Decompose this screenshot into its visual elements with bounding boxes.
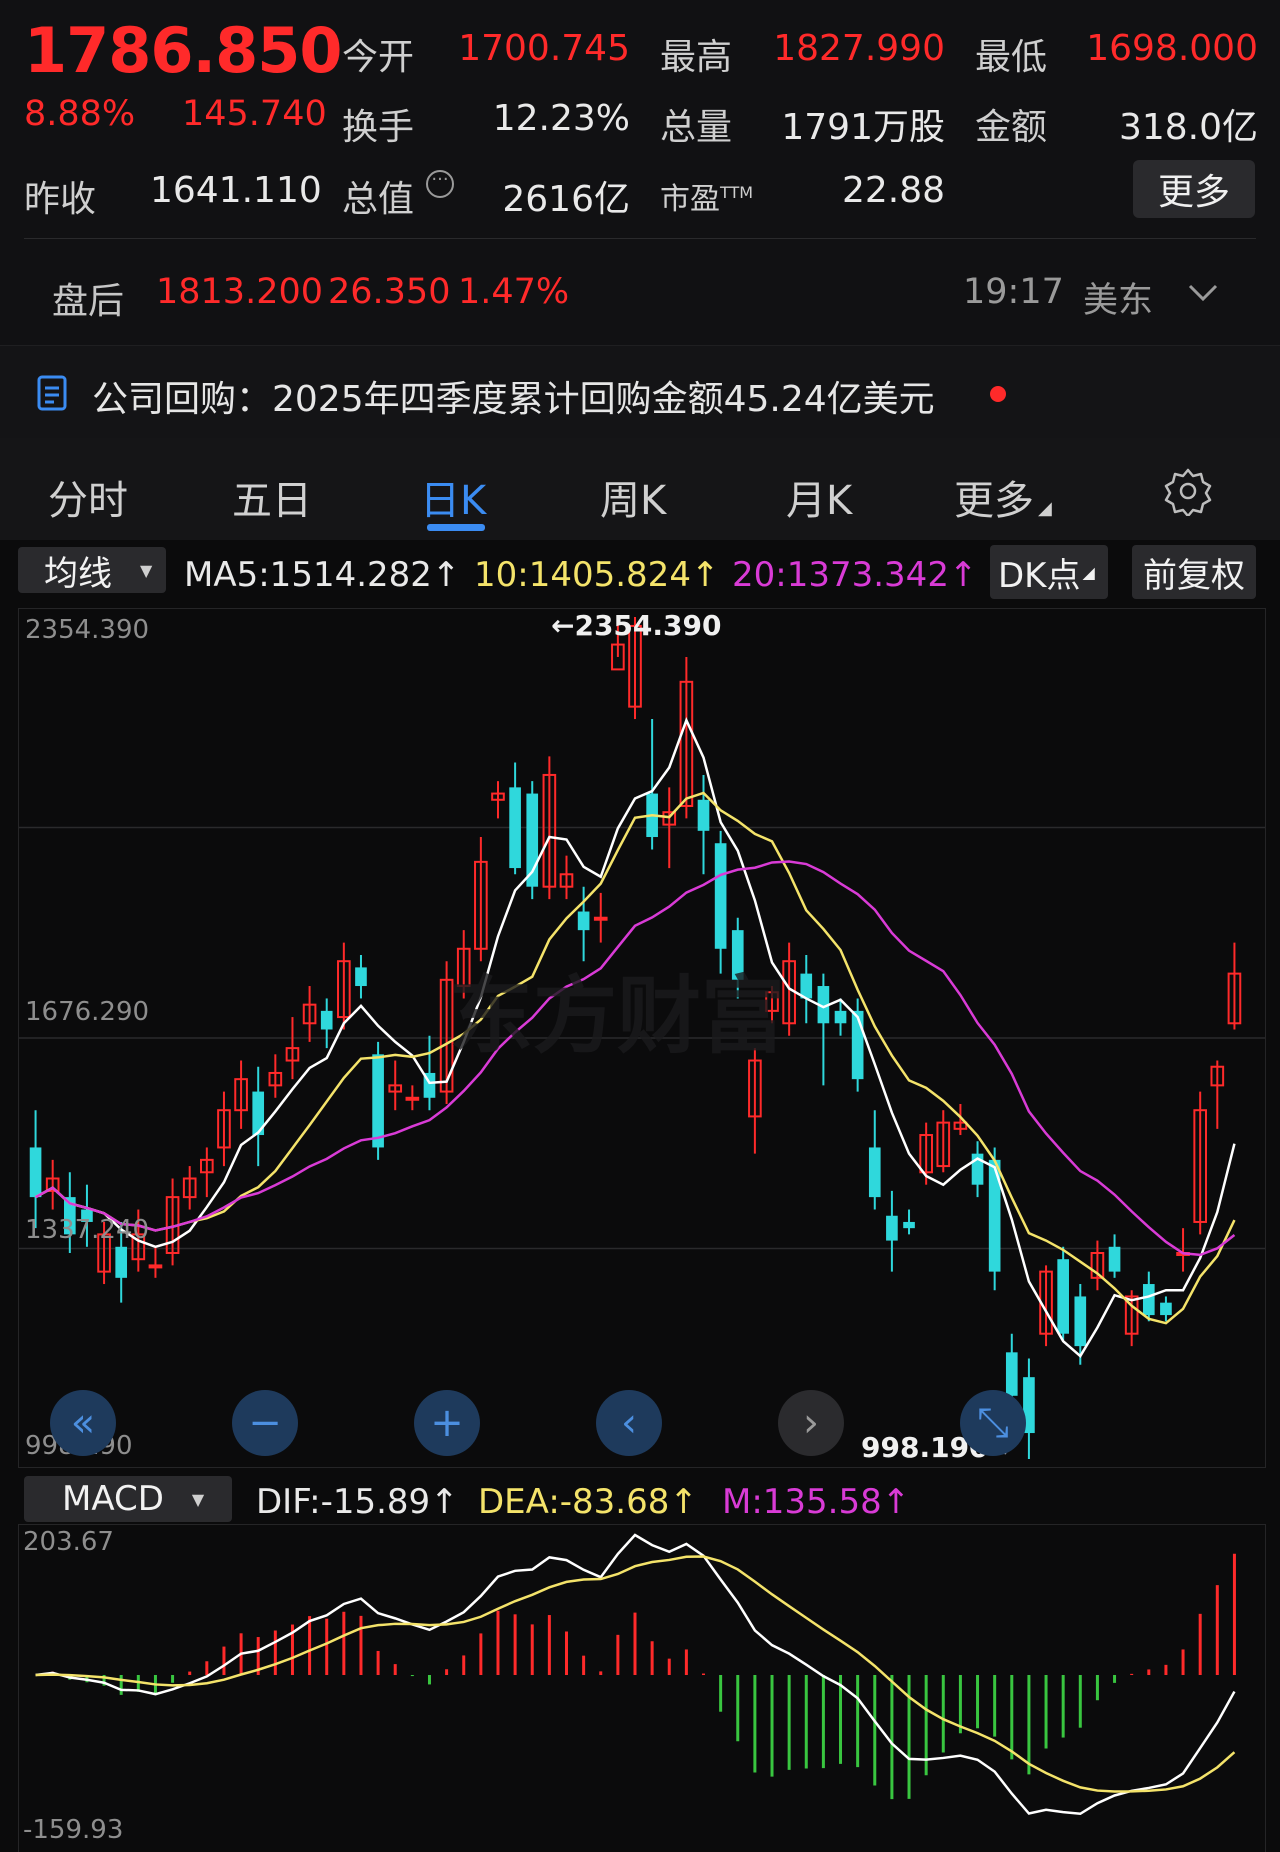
macd-m-value: M:135.58↑: [722, 1482, 911, 1522]
candle-body: [697, 799, 710, 831]
candlestick-chart[interactable]: 2354.390 1676.290 1337.240 998.190 ←2354…: [18, 608, 1266, 1468]
after-hours-percent: 1.47%: [458, 272, 570, 312]
open-value: 1700.745: [458, 28, 630, 69]
ma10-value: 10:1405.824↑: [474, 555, 720, 595]
macd-chart[interactable]: 203.67 -159.93: [18, 1524, 1266, 1852]
tab-intraday[interactable]: 分时: [48, 468, 128, 526]
after-hours-time: 19:17: [963, 272, 1064, 312]
tab-daily-k[interactable]: 日K: [420, 468, 486, 526]
period-tabs: 分时 五日 日K 周K 月K 更多 ◢: [0, 438, 1280, 540]
open-label: 今开: [342, 37, 415, 78]
low-value: 1698.000: [1086, 28, 1258, 69]
amount-value: 318.0亿: [1118, 107, 1258, 148]
after-hours-zone: 美东: [1083, 281, 1154, 321]
pe-label: 市盈TTM: [660, 182, 754, 217]
scroll-fast-left-button[interactable]: «: [50, 1390, 116, 1456]
candle-body: [148, 1264, 163, 1269]
candle-body: [1057, 1259, 1069, 1334]
y-axis-low-label: 1337.240: [25, 1215, 150, 1245]
ma5-value: MA5:1514.282↑: [184, 555, 461, 595]
unread-dot: [990, 386, 1006, 402]
candle-body: [115, 1246, 128, 1278]
candle-body: [903, 1221, 915, 1229]
candle-body: [1074, 1296, 1087, 1347]
after-hours-price: 1813.200: [156, 272, 324, 312]
candle-body: [1160, 1302, 1172, 1316]
candle-body: [29, 1147, 42, 1198]
adjust-button[interactable]: 前复权: [1132, 545, 1256, 599]
macd-axis-top-label: 203.67: [23, 1527, 114, 1557]
candle-body: [834, 1010, 847, 1024]
candle-body: [714, 843, 727, 949]
macd-indicator-bar: MACD ▼ DIF:-15.89↑ DEA:-83.68↑ M:135.58↑: [0, 1470, 1280, 1530]
after-hours-label: 盘后: [52, 281, 125, 322]
low-label: 最低: [975, 37, 1048, 78]
tab-five-day[interactable]: 五日: [232, 468, 312, 526]
dif-value: DIF:-15.89↑: [256, 1482, 459, 1522]
volume-label: 总量: [660, 107, 733, 148]
prev-close-label: 昨收: [24, 179, 97, 220]
change-amount: 145.740: [182, 94, 327, 134]
candle-body: [886, 1215, 898, 1241]
macd-svg: [35, 1533, 1236, 1816]
ma-indicator-bar: 均线 ▼ MA5:1514.282↑ 10:1405.824↑ 20:1373.3…: [0, 545, 1280, 605]
amount-label: 金额: [975, 107, 1048, 148]
tab-weekly-k[interactable]: 周K: [600, 468, 666, 526]
candle-body: [1108, 1246, 1121, 1272]
y-axis-top-label: 2354.390: [25, 615, 150, 645]
turnover-value: 12.23%: [492, 98, 630, 139]
chevron-down-icon[interactable]: [1186, 282, 1220, 304]
market-cap-value: 2616亿: [502, 179, 630, 220]
high-value: 1827.990: [773, 28, 945, 69]
after-hours-bar[interactable]: 盘后 1813.200 26.350 1.47% 19:17 美东: [0, 240, 1280, 345]
candle-body: [851, 1010, 864, 1080]
expand-icon[interactable]: ⤡: [960, 1390, 1026, 1456]
active-tab-indicator: [427, 524, 485, 531]
scroll-right-button[interactable]: ›: [778, 1390, 844, 1456]
more-button[interactable]: 更多: [1133, 160, 1255, 218]
candle-body: [509, 787, 521, 869]
divider: [24, 238, 1256, 239]
change-percent: 8.88%: [24, 94, 136, 134]
candle-body: [868, 1147, 881, 1198]
tab-monthly-k[interactable]: 月K: [786, 468, 852, 526]
candle-body: [593, 916, 608, 921]
tab-more[interactable]: 更多 ◢: [954, 468, 1052, 526]
prev-close-value: 1641.110: [150, 170, 322, 211]
quote-panel: 1786.850 8.88% 145.740 昨收 1641.110 今开 17…: [0, 0, 1280, 240]
announcement-text: 公司回购：2025年四季度累计回购金额45.24亿美元: [92, 379, 935, 420]
last-price: 1786.850: [24, 14, 343, 87]
market-cap-label: 总值: [342, 179, 415, 220]
zoom-in-button[interactable]: +: [414, 1390, 480, 1456]
candle-body: [405, 1096, 420, 1101]
dk-point-button[interactable]: DK点 ◢: [990, 545, 1108, 599]
candle-body: [577, 911, 590, 931]
gear-icon[interactable]: [1163, 466, 1213, 516]
high-label: 最高: [660, 37, 733, 78]
candle-body: [320, 1010, 333, 1030]
pe-value: 22.88: [841, 170, 945, 211]
document-icon: [37, 375, 67, 411]
announcement-bar[interactable]: 公司回购：2025年四季度累计回购金额45.24亿美元: [0, 345, 1280, 438]
turnover-label: 换手: [342, 107, 415, 148]
dea-value: DEA:-83.68↑: [478, 1482, 698, 1522]
candle-body: [1142, 1284, 1155, 1316]
max-price-marker: ←2354.390: [551, 609, 722, 642]
ma-selector[interactable]: 均线 ▼: [18, 547, 166, 594]
after-hours-change: 26.350: [328, 272, 451, 312]
candle-body: [355, 967, 367, 987]
ma20-value: 20:1373.342↑: [732, 555, 978, 595]
candle-body: [1005, 1352, 1018, 1396]
zoom-out-button[interactable]: −: [232, 1390, 298, 1456]
scroll-left-button[interactable]: ‹: [596, 1390, 662, 1456]
macd-axis-bottom-label: -159.93: [23, 1815, 124, 1845]
indicator-selector[interactable]: MACD ▼: [24, 1476, 232, 1522]
y-axis-mid-label: 1676.290: [25, 997, 150, 1027]
watermark: 东方财富: [449, 967, 786, 1065]
candle-body: [372, 1054, 384, 1148]
volume-value: 1791万股: [781, 107, 945, 148]
